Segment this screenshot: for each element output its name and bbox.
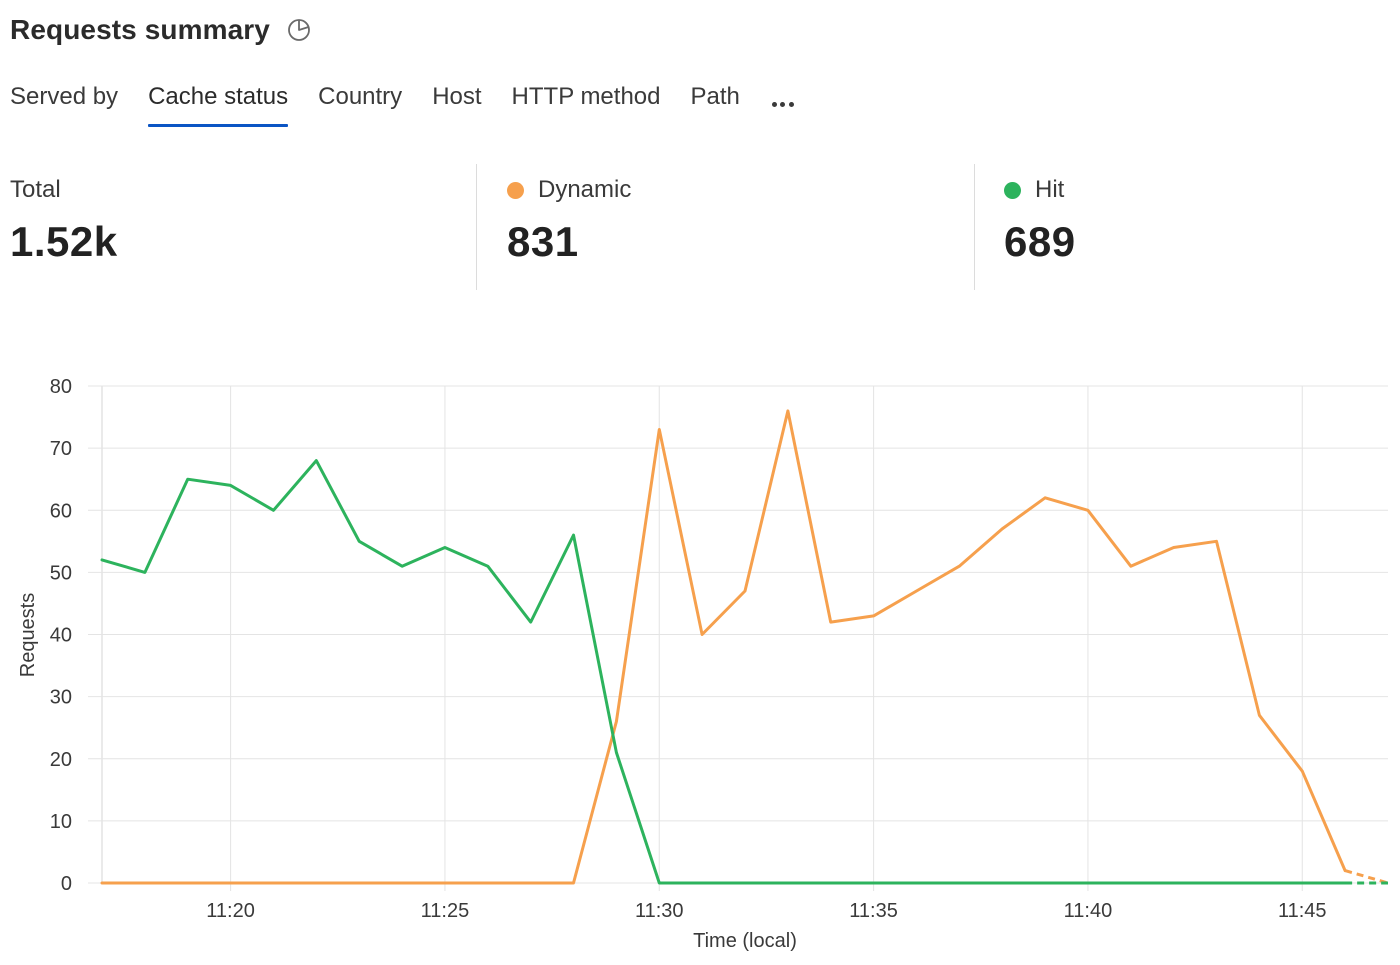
x-tick-label: 11:25 <box>421 900 470 922</box>
stat-total-value: 1.52k <box>10 218 118 265</box>
y-axis-title: Requests <box>17 593 39 678</box>
x-tick-label: 11:40 <box>1064 900 1113 922</box>
stat-divider <box>974 164 975 290</box>
x-tick-label: 11:35 <box>849 900 898 922</box>
x-tick-label: 11:20 <box>206 900 255 922</box>
series-line-dynamic-partial <box>1344 869 1389 885</box>
x-axis: 11:20 11:25 11:30 11:35 11:40 11:45 <box>206 900 1326 922</box>
page-title: Requests summary <box>10 14 270 45</box>
y-tick-label: 40 <box>50 625 72 647</box>
stat-dynamic-value: 831 <box>507 218 579 265</box>
ellipsis-icon[interactable] <box>771 80 798 124</box>
y-tick-label: 10 <box>50 811 72 833</box>
y-tick-label: 50 <box>50 562 72 584</box>
tab-host[interactable]: Host <box>432 80 481 127</box>
y-tick-label: 0 <box>61 873 72 895</box>
stat-total-label: Total <box>10 176 61 203</box>
y-tick-label: 80 <box>50 376 72 398</box>
requests-chart[interactable]: 01020304050607080 11:20 11:25 11:30 11:35 11… <box>0 360 1400 965</box>
hit-dot-icon <box>1004 181 1021 199</box>
y-tick-label: 20 <box>50 749 72 771</box>
y-axis: 0 10 20 30 40 50 60 70 80 <box>50 376 72 895</box>
stat-dynamic: Dynamic 831 <box>507 164 631 290</box>
tab-path[interactable]: Path <box>691 80 740 127</box>
stat-hit-label: Hit <box>1035 176 1065 203</box>
y-tick-label: 60 <box>50 500 72 522</box>
tab-served-by[interactable]: Served by <box>10 80 118 127</box>
header: Requests summary <box>10 14 312 46</box>
dynamic-dot-icon <box>507 181 524 199</box>
series-line-dynamic <box>100 409 1347 885</box>
tab-http-method[interactable]: HTTP method <box>512 80 661 127</box>
x-tick-label: 11:45 <box>1278 900 1327 922</box>
y-tick-label: 70 <box>50 438 72 460</box>
x-axis-title: Time (local) <box>693 930 797 952</box>
breakdown-tabs: Served by Cache status Country Host HTTP… <box>10 80 797 130</box>
chart-grid <box>88 385 1388 891</box>
tab-country[interactable]: Country <box>318 80 402 127</box>
stat-dynamic-label: Dynamic <box>538 176 632 203</box>
stat-hit: Hit 689 <box>1004 164 1076 290</box>
y-tick-label: 30 <box>50 687 72 709</box>
stats-row: Total 1.52k Dynamic 831 Hit 689 <box>10 164 1400 290</box>
stat-hit-value: 689 <box>1004 218 1076 265</box>
stat-divider <box>476 164 477 290</box>
chart-series <box>100 409 1389 885</box>
tab-cache-status[interactable]: Cache status <box>148 80 289 127</box>
x-tick-label: 11:30 <box>635 900 684 922</box>
series-line-hit <box>100 459 1347 885</box>
stat-total: Total 1.52k <box>10 164 118 290</box>
pie-chart-icon[interactable] <box>286 17 312 43</box>
